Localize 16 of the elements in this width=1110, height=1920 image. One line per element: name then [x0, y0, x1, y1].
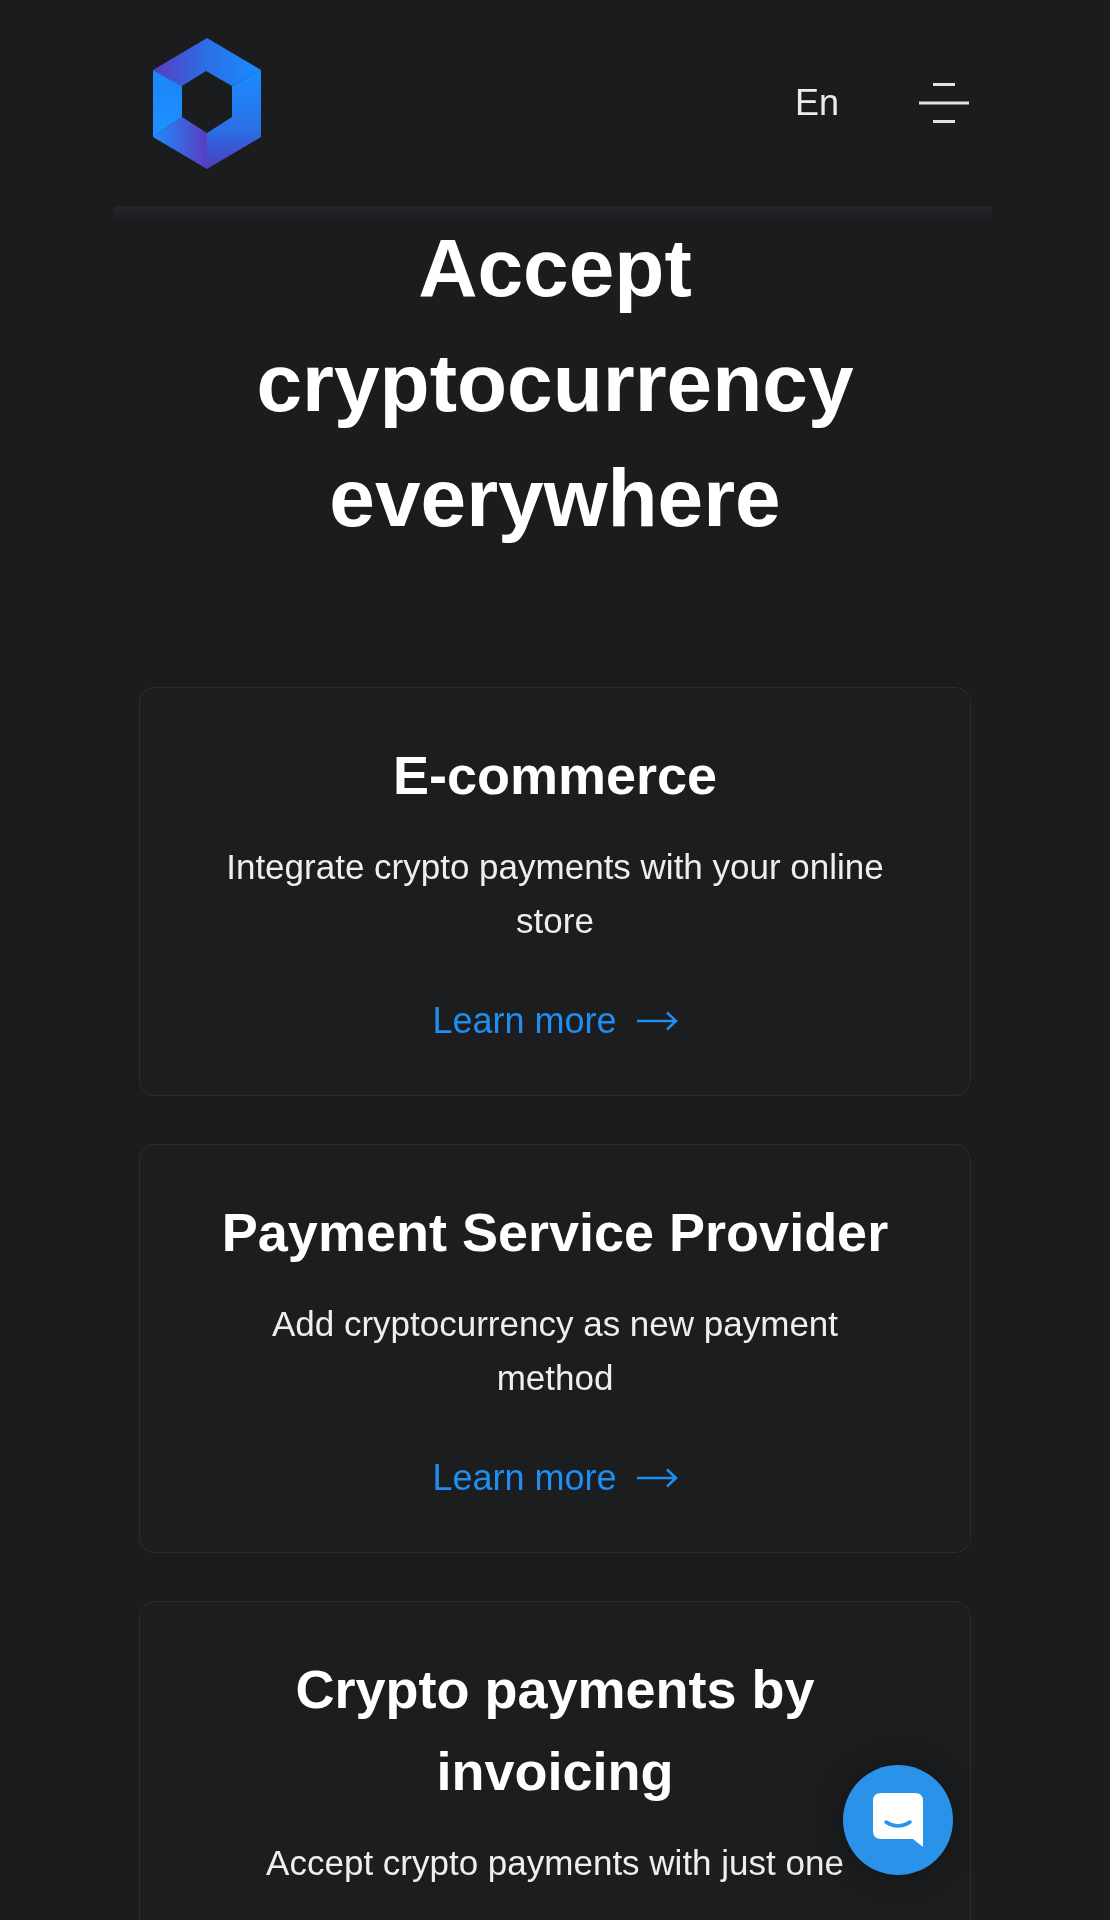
arrow-right-icon	[636, 1011, 678, 1031]
language-button[interactable]: En	[794, 81, 839, 125]
chat-icon	[873, 1793, 923, 1847]
learn-more-link[interactable]: Learn more	[432, 1451, 678, 1505]
arrow-right-icon	[636, 1468, 678, 1488]
menu-button[interactable]	[919, 83, 969, 123]
learn-more-link[interactable]: Learn more	[432, 994, 678, 1048]
hexagon-logo-icon[interactable]	[153, 37, 261, 169]
menu-icon	[919, 83, 969, 123]
hero-title: Accept cryptocurrency everywhere	[256, 222, 854, 543]
card-title: Payment Service Provider	[220, 1201, 890, 1264]
card-title: Crypto payments by invoicing	[294, 1658, 816, 1803]
card-description: Accept crypto payments with just one	[265, 1842, 845, 1884]
card-title: E-commerce	[391, 744, 719, 807]
card-description: Integrate crypto payments with your online store	[225, 846, 885, 942]
card-description: Add cryptocurrency as new payment method	[270, 1303, 840, 1399]
